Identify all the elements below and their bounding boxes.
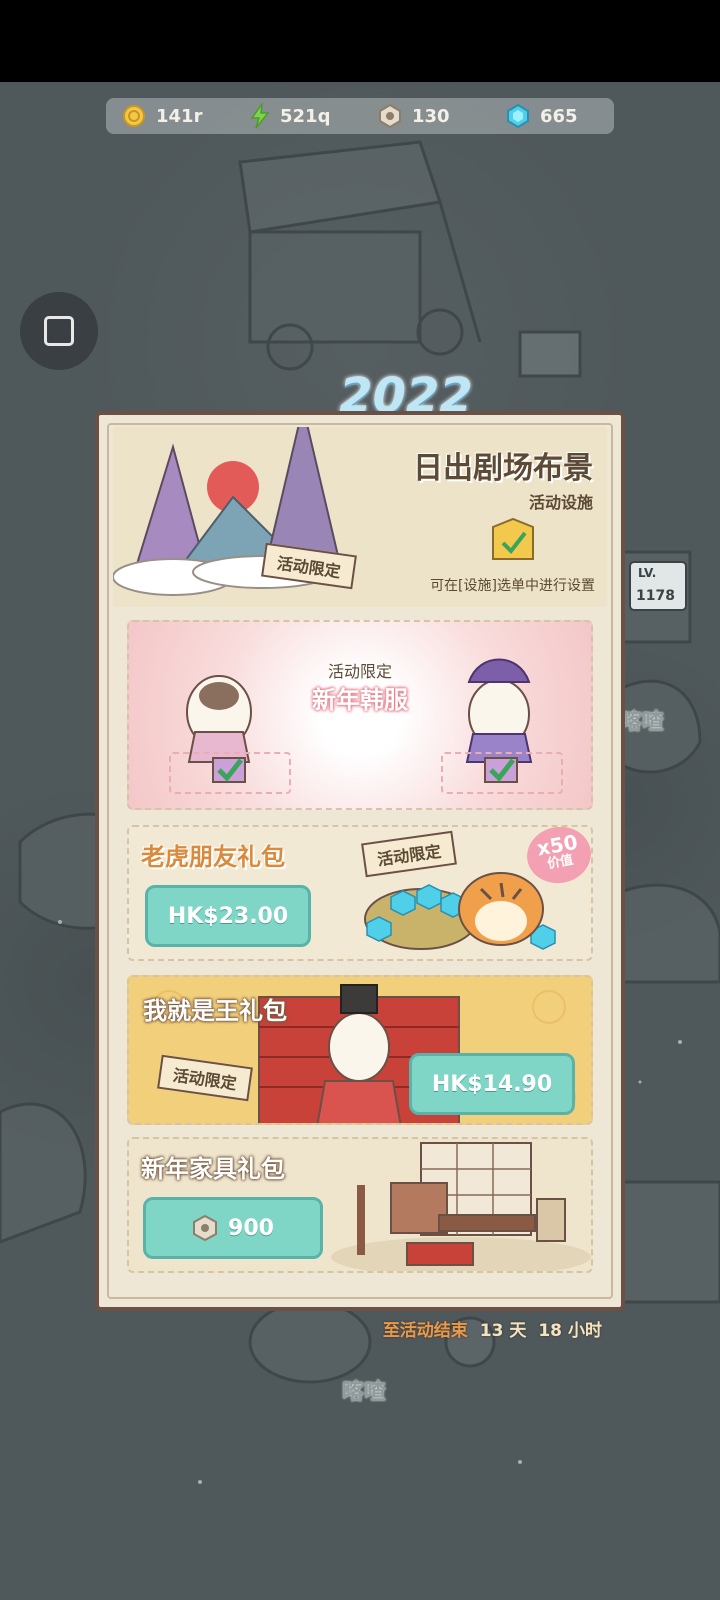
tiger-pack-price: HK$23.00 bbox=[167, 903, 289, 929]
countdown-prefix: 至活动结束 bbox=[382, 1321, 468, 1341]
header-subtitle: 活动设施 bbox=[528, 493, 593, 512]
level-sign-prefix: LV. bbox=[638, 566, 657, 580]
tiger-pack-card[interactable]: 老虎朋友礼包 活动限定 x50 价值 HK$23.00 bbox=[127, 825, 593, 961]
background-sound-label-bottom: 喀喳 bbox=[342, 1380, 387, 1405]
currency-nut-value: 130 bbox=[412, 105, 450, 127]
hanbok-gift-slot-left[interactable] bbox=[169, 752, 291, 794]
countdown-days-unit: 天 bbox=[509, 1321, 527, 1341]
king-pack-buy-button[interactable]: HK$14.90 bbox=[409, 1053, 575, 1115]
currency-gold[interactable]: 141r bbox=[122, 104, 212, 128]
hanbok-title: 新年韩服 bbox=[312, 686, 408, 714]
square-icon bbox=[44, 316, 74, 346]
status-bar bbox=[0, 0, 720, 82]
king-pack-card[interactable]: 我就是王礼包 活动限定 HK$14.90 bbox=[127, 975, 593, 1125]
furniture-illustration bbox=[331, 1142, 591, 1271]
countdown-hours: 18 bbox=[538, 1321, 562, 1341]
currency-gold-value: 141r bbox=[156, 105, 203, 127]
king-pack-title: 我就是王礼包 bbox=[143, 997, 287, 1025]
header-hint: 可在[设施]选单中进行设置 bbox=[430, 578, 595, 594]
countdown-days: 13 bbox=[479, 1321, 504, 1341]
currency-energy-value: 521q bbox=[280, 105, 331, 127]
header-title: 日出剧场布景 bbox=[413, 451, 593, 486]
level-sign-value: 1178 bbox=[636, 588, 675, 604]
gem-icon bbox=[507, 104, 529, 128]
tiger-pack-title: 老虎朋友礼包 bbox=[141, 843, 285, 871]
currency-bar: 141r 521q 130 665 bbox=[106, 98, 614, 134]
floating-menu-button[interactable] bbox=[20, 292, 98, 370]
gift-check-icon bbox=[212, 757, 246, 783]
gift-check-icon bbox=[484, 757, 518, 783]
king-pack-price: HK$14.90 bbox=[431, 1071, 553, 1097]
currency-nut[interactable]: 130 bbox=[378, 104, 468, 128]
header-card-sunrise-theater[interactable]: 日出剧场布景 活动设施 活动限定 可在[设施]选单中进行设置 bbox=[113, 427, 607, 607]
currency-gem[interactable]: 665 bbox=[506, 104, 596, 128]
nut-icon bbox=[379, 104, 401, 128]
furniture-pack-card[interactable]: 新年家具礼包 900 bbox=[127, 1137, 593, 1273]
background-sound-label-right: 喀喳 bbox=[620, 710, 665, 735]
nut-icon bbox=[193, 1215, 218, 1241]
furniture-pack-buy-button[interactable]: 900 bbox=[143, 1197, 323, 1259]
tiger-pack-buy-button[interactable]: HK$23.00 bbox=[145, 885, 311, 947]
countdown-hours-unit: 小时 bbox=[568, 1321, 602, 1341]
event-panel: 日出剧场布景 活动设施 活动限定 可在[设施]选单中进行设置 活动限定 新年韩服 bbox=[95, 411, 625, 1311]
hanbok-limited-label: 活动限定 bbox=[327, 662, 392, 681]
furniture-pack-price: 900 bbox=[228, 1215, 274, 1241]
gold-coin-icon bbox=[123, 105, 145, 127]
currency-gem-value: 665 bbox=[540, 105, 578, 127]
hanbok-card[interactable]: 活动限定 新年韩服 bbox=[127, 620, 593, 810]
lightning-icon bbox=[250, 103, 270, 129]
hanbok-gift-slot-right[interactable] bbox=[441, 752, 563, 794]
currency-energy[interactable]: 521q bbox=[250, 103, 340, 129]
event-countdown: 至活动结束 13 天 18 小时 bbox=[383, 1316, 602, 1341]
furniture-pack-title: 新年家具礼包 bbox=[141, 1155, 285, 1183]
